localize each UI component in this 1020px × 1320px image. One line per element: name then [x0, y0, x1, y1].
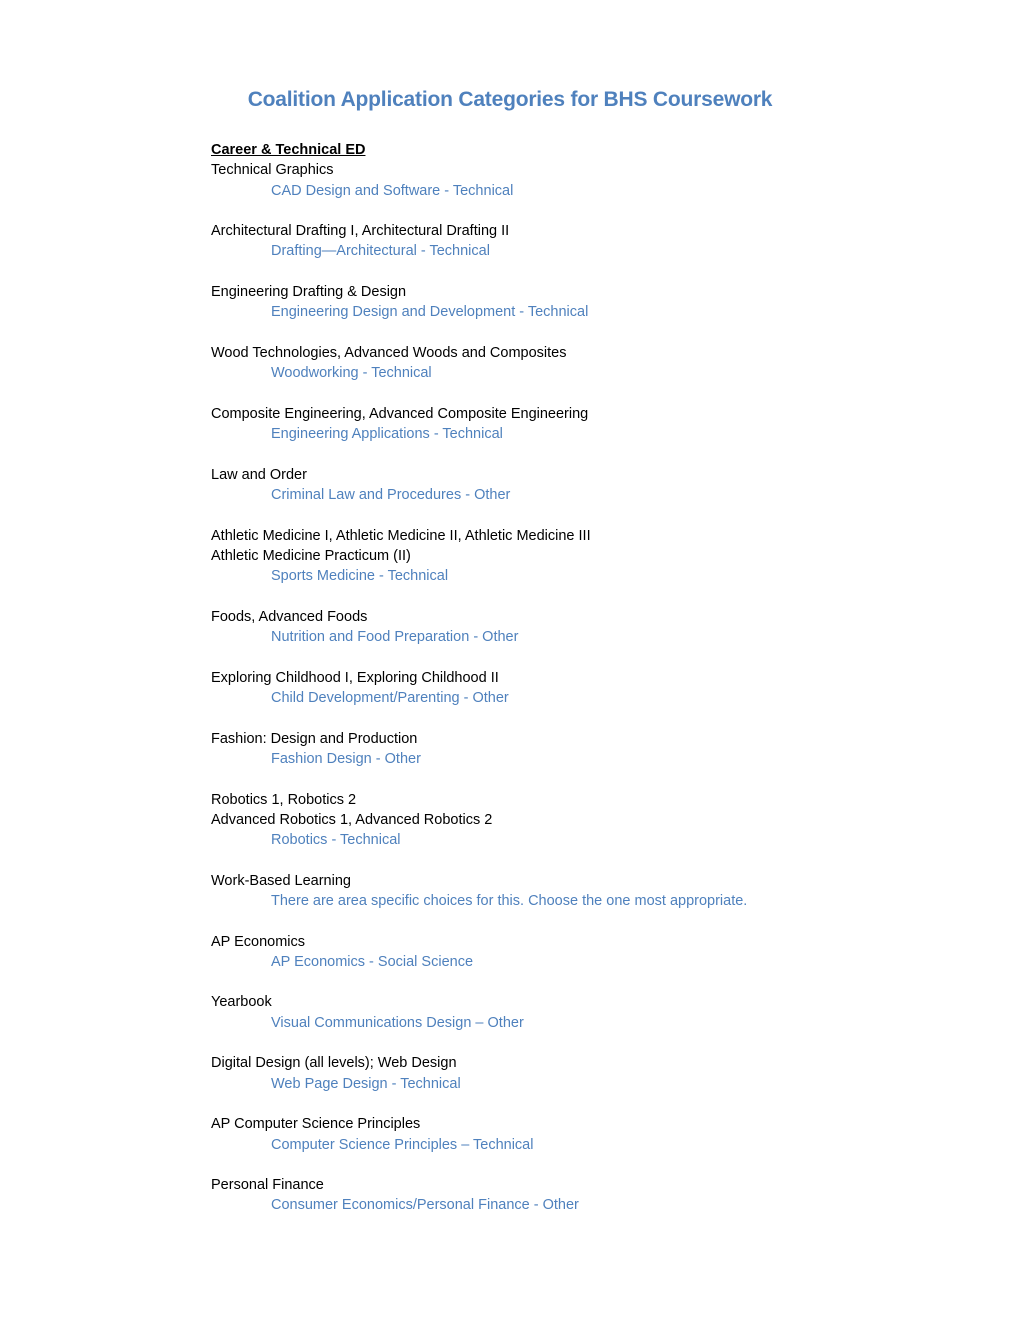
entry-list: Technical Graphics CAD Design and Softwar… [211, 160, 911, 1215]
course-entry: AP Computer Science Principles Computer S… [211, 1114, 911, 1155]
coalition-category: Woodworking - Technical [271, 365, 432, 382]
course-entry: Robotics 1, Robotics 2 Advanced Robotics … [211, 790, 911, 851]
course-name: Personal Finance [211, 1177, 324, 1194]
course-entry: AP Economics AP Economics - Social Scienc… [211, 932, 911, 973]
document-body: Career & Technical ED Technical Graphics… [211, 140, 911, 1236]
coalition-category: Child Development/Parenting - Other [271, 690, 509, 707]
course-name: Law and Order [211, 466, 307, 483]
course-entry: Composite Engineering, Advanced Composit… [211, 404, 911, 445]
course-entry: Work-Based Learning There are area specif… [211, 871, 911, 912]
course-entry: Wood Technologies, Advanced Woods and Co… [211, 343, 911, 384]
course-entry: Personal Finance Consumer Economics/Perso… [211, 1175, 911, 1216]
course-name: Wood Technologies, Advanced Woods and Co… [211, 344, 567, 361]
course-name: Yearbook [211, 994, 272, 1011]
course-name: Robotics 1, Robotics 2 [211, 791, 357, 808]
course-entry: Exploring Childhood I, Exploring Childho… [211, 668, 911, 709]
course-name: Digital Design (all levels); Web Design [211, 1055, 457, 1072]
course-name: AP Economics [211, 933, 306, 950]
course-entry: Foods, Advanced Foods Nutrition and Food … [211, 607, 911, 648]
coalition-category: There are area specific choices for this… [271, 892, 748, 909]
course-name: Composite Engineering, Advanced Composit… [211, 405, 589, 422]
coalition-category: Drafting—Architectural - Technical [271, 243, 490, 260]
coalition-category: CAD Design and Software - Technical [271, 182, 514, 199]
coalition-category: Web Page Design - Technical [271, 1075, 461, 1092]
course-name: Fashion: Design and Production [211, 730, 418, 747]
course-entry: Law and Order Criminal Law and Procedures… [211, 465, 911, 506]
course-entry: Fashion: Design and Production Fashion De… [211, 729, 911, 770]
coalition-category: Robotics - Technical [271, 832, 401, 849]
course-name: Athletic Medicine I, Athletic Medicine I… [211, 527, 591, 544]
course-name: Work-Based Learning [211, 872, 351, 889]
course-name: Athletic Medicine Practicum (II) [211, 547, 411, 564]
document-title: Coalition Application Categories for BHS… [247, 88, 773, 111]
coalition-category: Consumer Economics/Personal Finance - Ot… [271, 1197, 579, 1214]
course-entry: Engineering Drafting & Design Engineering… [211, 282, 911, 323]
course-entry: Yearbook Visual Communications Design – O… [211, 992, 911, 1033]
course-name: Technical Graphics [211, 162, 334, 179]
coalition-category: Nutrition and Food Preparation - Other [271, 629, 519, 646]
course-name: Architectural Drafting I, Architectural … [211, 223, 510, 240]
course-name: Exploring Childhood I, Exploring Childho… [211, 669, 499, 686]
coalition-category: Engineering Applications - Technical [271, 426, 503, 443]
course-entry: Digital Design (all levels); Web Design W… [211, 1053, 911, 1094]
coalition-category: Engineering Design and Development - Tec… [271, 304, 589, 321]
course-name: Advanced Robotics 1, Advanced Robotics 2 [211, 811, 493, 828]
coalition-category: AP Economics - Social Science [271, 953, 474, 970]
coalition-category: Computer Science Principles – Technical [271, 1136, 534, 1153]
course-entry: Technical Graphics CAD Design and Softwar… [211, 160, 911, 201]
coalition-category: Criminal Law and Procedures - Other [271, 487, 511, 504]
coalition-category: Visual Communications Design – Other [271, 1014, 524, 1031]
course-name: AP Computer Science Principles [211, 1116, 421, 1133]
section-heading: Career & Technical ED [211, 142, 366, 158]
coalition-category: Fashion Design - Other [271, 750, 421, 767]
course-name: Foods, Advanced Foods [211, 608, 368, 625]
course-name: Engineering Drafting & Design [211, 284, 407, 301]
course-entry: Athletic Medicine I, Athletic Medicine I… [211, 526, 911, 587]
course-entry: Architectural Drafting I, Architectural … [211, 221, 911, 262]
coalition-category: Sports Medicine - Technical [271, 568, 449, 585]
